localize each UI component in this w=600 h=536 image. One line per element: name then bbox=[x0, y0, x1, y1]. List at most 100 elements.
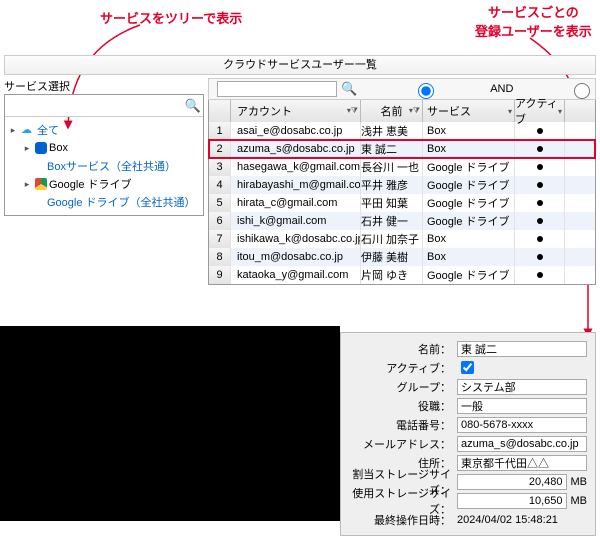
fld-quota[interactable] bbox=[457, 474, 567, 490]
filter-icon[interactable]: ▾⧩ bbox=[409, 106, 420, 116]
cell-service: Box bbox=[423, 230, 515, 248]
tree-gd-label: Google ドライブ bbox=[49, 176, 132, 192]
cell-service: Box bbox=[423, 140, 515, 158]
cell-service: Google ドライブ bbox=[423, 194, 515, 212]
cell-service: Box bbox=[423, 248, 515, 266]
cell-name: 片岡 ゆき bbox=[361, 266, 423, 284]
fld-mail[interactable] bbox=[457, 436, 587, 452]
fld-phone[interactable] bbox=[457, 417, 587, 433]
cell-account: hasegawa_k@gmail.com bbox=[231, 158, 361, 176]
tree-box[interactable]: ▸Box bbox=[7, 139, 201, 157]
unit-mb: MB bbox=[571, 476, 588, 488]
tree-root[interactable]: ▸☁全て bbox=[7, 121, 201, 139]
cell-active bbox=[515, 248, 565, 266]
table-row[interactable]: 5hirata_c@gmail.com平田 知葉Google ドライブ bbox=[209, 194, 595, 212]
cell-active bbox=[515, 140, 565, 158]
row-num: 8 bbox=[209, 248, 231, 266]
cell-active bbox=[515, 176, 565, 194]
row-num: 2 bbox=[209, 140, 231, 158]
table-row[interactable]: 7ishikawa_k@dosabc.co.jp石川 加奈子Box bbox=[209, 230, 595, 248]
row-num: 1 bbox=[209, 122, 231, 140]
tree-box-label: Box bbox=[49, 142, 68, 154]
tree-root-label: 全て bbox=[37, 122, 59, 138]
col-account[interactable]: アカウント▾⧩ bbox=[231, 100, 361, 122]
tree-search-input[interactable] bbox=[5, 96, 183, 116]
col-service[interactable]: サービス▾ bbox=[423, 100, 515, 122]
cell-account: ishikawa_k@dosabc.co.jp bbox=[231, 230, 361, 248]
callout-users: サービスごとの 登録ユーザーを表示 bbox=[475, 2, 592, 40]
table-row[interactable]: 6ishi_k@gmail.com石井 健一Google ドライブ bbox=[209, 212, 595, 230]
window-title: クラウドサービスユーザー一覧 bbox=[4, 55, 596, 75]
cell-service: Box bbox=[423, 122, 515, 140]
table-row[interactable]: 9kataoka_y@gmail.com片岡 ゆきGoogle ドライブ bbox=[209, 266, 595, 284]
tree-gd-sub[interactable]: Google ドライブ（全社共通） bbox=[7, 193, 201, 211]
cell-service: Google ドライブ bbox=[423, 158, 515, 176]
tree-gd[interactable]: ▸Google ドライブ bbox=[7, 175, 201, 193]
detail-panel: 名前： アクティブ： グループ： 役職： 電話番号： メールアドレス： 住所： … bbox=[340, 332, 596, 536]
lbl-group: グループ： bbox=[349, 379, 457, 395]
filter-icon[interactable]: ▾⧩ bbox=[347, 106, 358, 116]
cell-name: 東 誠二 bbox=[361, 140, 423, 158]
table-row[interactable]: 3hasegawa_k@gmail.com長谷川 一也Google ドライブ bbox=[209, 158, 595, 176]
filter-input[interactable] bbox=[217, 81, 337, 97]
row-num: 7 bbox=[209, 230, 231, 248]
cell-account: asai_e@dosabc.co.jp bbox=[231, 122, 361, 140]
row-num: 5 bbox=[209, 194, 231, 212]
fld-used[interactable] bbox=[457, 493, 567, 509]
cell-active bbox=[515, 230, 565, 248]
lbl-active: アクティブ： bbox=[349, 360, 457, 376]
cell-account: hirabayashi_m@gmail.com bbox=[231, 176, 361, 194]
cell-account: itou_m@dosabc.co.jp bbox=[231, 248, 361, 266]
fld-last: 2024/04/02 15:48:21 bbox=[457, 514, 558, 526]
filter-icon[interactable]: ▾ bbox=[558, 107, 562, 116]
cell-service: Google ドライブ bbox=[423, 212, 515, 230]
table-row[interactable]: 2azuma_s@dosabc.co.jp東 誠二Box bbox=[209, 140, 595, 158]
filter-search-icon[interactable]: 🔍 bbox=[341, 81, 357, 97]
cell-name: 伊藤 美樹 bbox=[361, 248, 423, 266]
fld-group[interactable] bbox=[457, 379, 587, 395]
tree-box-sub[interactable]: Boxサービス（全社共通） bbox=[7, 157, 201, 175]
cell-active bbox=[515, 212, 565, 230]
cell-active bbox=[515, 194, 565, 212]
col-name[interactable]: 名前▾⧩ bbox=[361, 100, 423, 122]
fld-active[interactable] bbox=[461, 361, 474, 374]
cell-service: Google ドライブ bbox=[423, 176, 515, 194]
tree-box-sub-label: Boxサービス（全社共通） bbox=[47, 158, 176, 174]
cell-account: ishi_k@gmail.com bbox=[231, 212, 361, 230]
panel-label: サービス選択 bbox=[4, 78, 70, 94]
col-active[interactable]: アクティブ▾ bbox=[515, 100, 565, 122]
table-row[interactable]: 8itou_m@dosabc.co.jp伊藤 美樹Box bbox=[209, 248, 595, 266]
cell-name: 長谷川 一也 bbox=[361, 158, 423, 176]
lbl-last: 最終操作日時： bbox=[349, 512, 457, 528]
row-num: 9 bbox=[209, 266, 231, 284]
callout-tree: サービスをツリーで表示 bbox=[100, 8, 242, 27]
cell-name: 石川 加奈子 bbox=[361, 230, 423, 248]
cell-name: 浅井 恵美 bbox=[361, 122, 423, 140]
fld-name[interactable] bbox=[457, 341, 587, 357]
cell-active bbox=[515, 158, 565, 176]
cell-active bbox=[515, 266, 565, 284]
fld-addr[interactable] bbox=[457, 455, 587, 471]
cell-account: azuma_s@dosabc.co.jp bbox=[231, 140, 361, 158]
cell-name: 平井 雅彦 bbox=[361, 176, 423, 194]
unit-mb: MB bbox=[571, 495, 588, 507]
lbl-role: 役職： bbox=[349, 398, 457, 414]
tree-panel: 🔍 ▸☁全て ▸Box Boxサービス（全社共通） ▸Google ドライブ G… bbox=[4, 94, 204, 216]
cell-name: 石井 健一 bbox=[361, 212, 423, 230]
search-icon[interactable]: 🔍 bbox=[183, 98, 203, 114]
grid-header: アカウント▾⧩ 名前▾⧩ サービス▾ アクティブ▾ bbox=[209, 100, 595, 122]
tree-gd-sub-label: Google ドライブ（全社共通） bbox=[47, 194, 196, 210]
filter-and[interactable]: AND bbox=[361, 80, 513, 99]
cell-service: Google ドライブ bbox=[423, 266, 515, 284]
blackout bbox=[0, 326, 340, 521]
cell-account: kataoka_y@gmail.com bbox=[231, 266, 361, 284]
table-row[interactable]: 4hirabayashi_m@gmail.com平井 雅彦Google ドライブ bbox=[209, 176, 595, 194]
lbl-name: 名前： bbox=[349, 341, 457, 357]
fld-role[interactable] bbox=[457, 398, 587, 414]
row-num: 3 bbox=[209, 158, 231, 176]
filter-icon[interactable]: ▾ bbox=[508, 107, 512, 116]
cell-account: hirata_c@gmail.com bbox=[231, 194, 361, 212]
cell-name: 平田 知葉 bbox=[361, 194, 423, 212]
grid-panel: 🔍 AND OR アカウント▾⧩ 名前▾⧩ サービス▾ アクティブ▾ 1asai… bbox=[208, 78, 596, 285]
row-num: 4 bbox=[209, 176, 231, 194]
